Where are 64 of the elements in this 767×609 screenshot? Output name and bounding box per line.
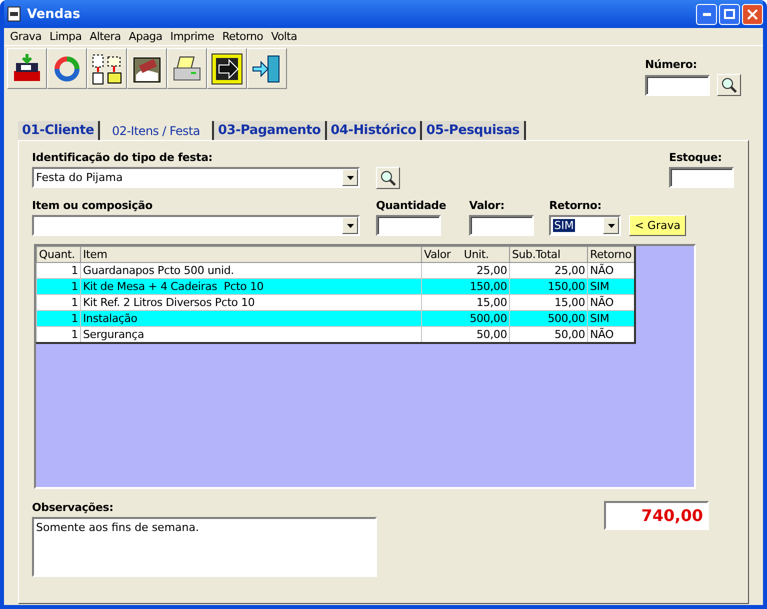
search-icon (721, 77, 737, 93)
column-header[interactable]: Retorno (588, 246, 635, 262)
dropdown-arrow-icon (346, 224, 354, 228)
search-icon (380, 170, 396, 186)
tab[interactable]: 01-Cliente (18, 121, 100, 140)
app-icon (6, 6, 22, 22)
table-row[interactable]: 1 Guardanapos Pcto 500 unid. 25,00 25,00 NÃO (36, 262, 635, 278)
window-title: Vendas (27, 6, 80, 22)
estoque-label: Estoque: (669, 151, 723, 164)
close-button[interactable] (742, 4, 763, 24)
dropdown-arrow-icon (608, 224, 615, 228)
toolbar-button[interactable] (167, 48, 207, 89)
column-header[interactable]: Quant. (36, 246, 80, 262)
observacoes-field[interactable]: Somente aos fins de semana. (32, 517, 377, 577)
retorno-dropdown[interactable]: SIM (549, 215, 622, 236)
menu-item[interactable]: Imprime (166, 30, 218, 43)
festa-dropdown[interactable]: Festa do Pijama (32, 167, 360, 188)
item-label: Item ou composição (32, 199, 154, 212)
toolbar-button[interactable] (7, 48, 47, 89)
table-row[interactable]: 1 Sergurança 50,00 50,00 NÃO (36, 326, 635, 342)
retorno-label: Retorno: (549, 199, 602, 212)
menu-item[interactable]: Retorno (218, 30, 268, 43)
observacoes-label: Observações: (32, 501, 114, 514)
festa-label: Identificação do tipo de festa: (32, 151, 214, 164)
maximize-icon (724, 9, 735, 19)
minimize-icon (702, 12, 710, 16)
quantidade-field[interactable] (376, 215, 441, 236)
dropdown-arrow-icon (346, 176, 354, 180)
menu-item[interactable]: Apaga (124, 30, 166, 43)
numero-label: Número: (645, 58, 698, 71)
menu-item[interactable]: Altera (86, 30, 125, 43)
tab[interactable]: 03-Pagamento (214, 121, 327, 140)
document-to-folder-icon (91, 52, 123, 84)
numero-field[interactable] (645, 75, 710, 96)
toolbar-button[interactable] (87, 48, 127, 89)
estoque-field[interactable] (669, 167, 734, 188)
grava-button[interactable]: < Grava (629, 215, 686, 236)
table-cell: 1 (36, 326, 80, 342)
toolbar-button[interactable] (127, 48, 167, 89)
tab[interactable]: 04-Histórico (326, 121, 422, 140)
menu-item[interactable]: Volta (267, 30, 302, 43)
maximize-button[interactable] (719, 4, 740, 24)
column-header[interactable]: Item (80, 246, 422, 262)
search-button[interactable] (717, 74, 741, 96)
valor-label: Valor: (469, 199, 506, 212)
table-cell: Sergurança (80, 326, 422, 342)
search-button[interactable] (376, 167, 400, 189)
valor-field[interactable] (469, 215, 534, 236)
toolbar-button[interactable] (207, 48, 247, 89)
column-header[interactable]: Valor Unit. (422, 246, 510, 262)
quantidade-label: Quantidade (376, 199, 446, 212)
tab[interactable]: 05-Pesquisas (422, 121, 526, 140)
table-row[interactable]: 1 Instalação 500,00 500,00 SIM (36, 310, 635, 326)
table-row[interactable]: 1 Kit de Mesa + 4 Cadeiras Pcto 10 150,00 150,00 SIM (36, 278, 635, 294)
arrow-frame-icon (211, 52, 243, 84)
close-icon (747, 8, 758, 20)
total-value: 740,00 (604, 501, 709, 530)
column-header[interactable]: Sub.Total (510, 246, 588, 262)
item-dropdown[interactable] (32, 215, 360, 236)
minimize-button[interactable] (696, 4, 717, 24)
toolbar-button[interactable] (247, 48, 287, 89)
menu-item[interactable]: Limpa (46, 30, 86, 43)
menu-item[interactable]: Grava (6, 30, 46, 43)
table-row[interactable]: 1 Kit Ref. 2 Litros Diversos Pcto 10 15,00 15,00 NÃO (36, 294, 635, 310)
